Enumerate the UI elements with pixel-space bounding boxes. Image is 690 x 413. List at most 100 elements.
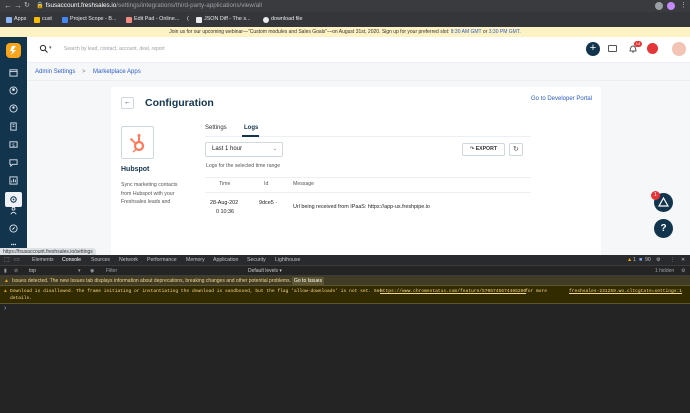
console-filter-bar: ▮ ⊘ top ▾ ◉ Filter Default levels ▾ 1 hi…: [0, 266, 690, 276]
refresh-button[interactable]: ↻: [509, 143, 523, 156]
devtools-tab-memory[interactable]: Memory: [186, 255, 205, 266]
tab-logs[interactable]: Logs: [244, 125, 258, 131]
notification-badge: 14: [634, 41, 642, 47]
go-to-issues-button[interactable]: Go to Issues: [292, 277, 325, 285]
log-message: Url being received from IPaaS: https://a…: [293, 204, 430, 210]
context-dropdown-icon: ▾: [78, 268, 81, 274]
search-dropdown-icon[interactable]: ▾: [49, 45, 52, 51]
tab-settings[interactable]: Settings: [205, 125, 227, 131]
console-settings-icon[interactable]: ⚙: [681, 266, 685, 276]
chevron-down-icon: ⌄: [272, 146, 277, 152]
breadcrumb-admin-settings[interactable]: Admin Settings: [35, 63, 75, 81]
banner-slot2-link[interactable]: 3:30 PM GMT.: [489, 29, 521, 35]
context-select[interactable]: top: [29, 266, 36, 276]
forward-icon[interactable]: →: [14, 1, 22, 11]
time-range-select[interactable]: Last 1 hour ⌄: [205, 142, 283, 157]
search-input[interactable]: Search by lead, contact, account, deal, …: [64, 46, 165, 52]
back-button[interactable]: ←: [121, 97, 134, 109]
warning-link[interactable]: https://www.chromestatus.com/feature/570…: [380, 289, 526, 294]
freshsales-logo[interactable]: [6, 43, 21, 58]
banner-text: Join us for our upcoming webinar—"Custom…: [169, 29, 450, 35]
refresh-icon: ↻: [513, 146, 519, 153]
back-icon[interactable]: ←: [4, 1, 12, 11]
inspect-icon[interactable]: ⬚: [4, 255, 10, 266]
contacts-icon[interactable]: [7, 84, 20, 97]
browser-menu-icon[interactable]: ⋮: [680, 1, 687, 9]
banner-slot1-link[interactable]: 8:30 AM GMT: [451, 29, 482, 35]
eye-icon[interactable]: ◉: [90, 266, 94, 276]
bookmark-apps[interactable]: Apps: [6, 12, 26, 27]
export-icon: ↷: [470, 146, 475, 152]
search-icon[interactable]: [39, 44, 49, 54]
logs-caption: Logs for the selected time range: [206, 163, 281, 169]
page-title: Configuration: [145, 97, 214, 109]
column-header-id: Id: [264, 181, 269, 187]
chat-icon[interactable]: [7, 156, 20, 169]
accounts-icon[interactable]: [7, 120, 20, 133]
issues-banner: ▲ Issues detected. The new Issues tab di…: [0, 276, 690, 286]
log-levels-select[interactable]: Default levels ▾: [248, 266, 282, 276]
sidebar-toggle-icon[interactable]: ▮: [4, 266, 7, 276]
clear-console-icon[interactable]: ⊘: [14, 266, 18, 276]
bookmark-download-file[interactable]: download file: [263, 12, 302, 27]
profile-avatar[interactable]: [667, 2, 675, 10]
user-avatar[interactable]: [672, 42, 686, 56]
bookmark-project-scope[interactable]: Project Scope - B...: [62, 12, 116, 27]
warning-icon[interactable]: ▲: [627, 255, 632, 266]
warning-icon: ▲: [4, 289, 7, 294]
devtools-tab-sources[interactable]: Sources: [91, 255, 110, 266]
team-icon[interactable]: [7, 204, 20, 217]
reload-icon[interactable]: ↻: [24, 1, 30, 11]
export-button[interactable]: ↷ EXPORT: [462, 143, 505, 156]
deals-icon[interactable]: $: [7, 138, 20, 151]
freddy-icon[interactable]: [647, 43, 658, 54]
url-host: fsusaccount.freshsales.io: [45, 2, 117, 9]
breadcrumb-marketplace-apps[interactable]: Marketplace Apps: [93, 63, 141, 81]
svg-text:$: $: [12, 142, 15, 148]
warning-source-link[interactable]: freshsales-231259.wo.cltcgtate=settings:…: [569, 289, 682, 294]
app-description-line: from Hubspot with your: [121, 191, 175, 197]
mail-icon[interactable]: [608, 45, 617, 52]
devtools-tab-lighthouse[interactable]: Lighthouse: [275, 255, 300, 266]
breadcrumb: Admin Settings > Marketplace Apps: [27, 63, 690, 81]
user-icon[interactable]: [7, 102, 20, 115]
devtools-tab-security[interactable]: Security: [247, 255, 266, 266]
log-time: 28-Aug-202: [210, 200, 239, 206]
column-header-time: Time: [219, 181, 231, 187]
app-sidebar: $: [0, 37, 27, 255]
table-divider: [205, 192, 531, 193]
bookmark-json-diff[interactable]: JSON Diff - The s...: [196, 12, 251, 27]
calendar-icon[interactable]: [7, 66, 20, 79]
info-icon[interactable]: ■: [639, 255, 642, 266]
webinar-banner: Join us for our upcoming webinar—"Custom…: [0, 27, 690, 37]
arrow-left-icon: ←: [124, 99, 131, 106]
console-filter-input[interactable]: Filter: [106, 266, 117, 276]
devtools-tab-performance[interactable]: Performance: [147, 255, 177, 266]
hubspot-logo: [121, 126, 154, 159]
configuration-card: [111, 87, 601, 255]
bookmark-edit-pad[interactable]: Edit Pad - Online...: [126, 12, 179, 27]
devtools-tab-elements[interactable]: Elements: [32, 255, 54, 266]
console-prompt[interactable]: ›: [4, 305, 6, 312]
devtools-settings-icon[interactable]: ⚙: [656, 255, 661, 266]
devtools-menu-icon[interactable]: ⋮: [670, 255, 675, 266]
compass-icon[interactable]: [7, 222, 20, 235]
device-toolbar-icon[interactable]: ▭: [14, 255, 20, 266]
devtools-tab-application[interactable]: Application: [213, 255, 238, 266]
bookmark-cust[interactable]: cust: [34, 12, 52, 27]
help-button[interactable]: ?: [654, 219, 673, 238]
developer-portal-link[interactable]: Go to Developer Portal: [531, 96, 592, 102]
devtools-close-icon[interactable]: ✕: [681, 255, 685, 266]
lock-icon: 🔒: [36, 2, 44, 9]
devtools-tab-network[interactable]: Network: [119, 255, 138, 266]
top-bar: ▾ Search by lead, contact, account, deal…: [27, 37, 690, 63]
warning-text: Download is disallowed. The frame initia…: [10, 289, 383, 294]
address-bar[interactable]: 🔒 fsusaccount.freshsales.io/settings/int…: [36, 0, 262, 12]
extension-icon[interactable]: [655, 2, 663, 10]
bookmark-paren[interactable]: (: [187, 12, 189, 27]
warning-more: for more: [525, 289, 548, 294]
add-button[interactable]: +: [586, 42, 600, 56]
export-label: EXPORT: [475, 146, 497, 152]
hidden-count: 1 hidden: [655, 268, 675, 274]
info-count: 90: [645, 257, 651, 263]
